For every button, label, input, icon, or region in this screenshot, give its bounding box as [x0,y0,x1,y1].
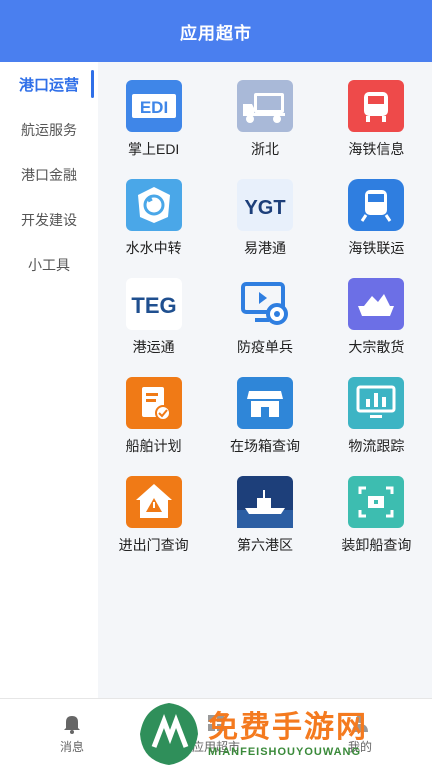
sidebar-item-port-finance[interactable]: 港口金融 [0,152,98,197]
sidebar-item-label: 港口运营 [18,77,79,94]
ship-photo-icon [236,476,293,528]
app-label: 港运通 [132,339,175,355]
app-tile-sixth-port[interactable]: 第六港区 [209,476,320,562]
sidebar-item-development[interactable]: 开发建设 [0,197,98,242]
grid-icon [208,715,224,731]
app-label: 装卸船查询 [341,537,412,553]
tab-label: 我的 [347,740,372,754]
app-tile-water-transfer[interactable]: 水水中转 [98,179,209,265]
svg-text:EDI: EDI [139,98,167,117]
app-label: 进出门查询 [118,537,189,553]
tab-profile[interactable]: 我的 [288,699,432,768]
app-label: 在场箱查询 [229,438,300,454]
train-icon [348,179,405,231]
chart-monitor-icon [348,377,405,429]
app-label: 海铁联运 [348,240,405,256]
app-tile-loading-query[interactable]: 装卸船查询 [321,476,432,562]
app-grid: EDI 掌上EDI 浙北 海铁信息 水水中转 YGT 易港通 海铁联运 TEG … [98,62,432,562]
app-label: 浙北 [250,141,279,157]
edi-icon: EDI [125,80,182,132]
app-tile-edi[interactable]: EDI 掌上EDI [98,80,209,166]
ship-cargo-icon [348,278,405,330]
svg-text:TEG: TEG [131,293,176,318]
app-tile-sea-rail-transport[interactable]: 海铁联运 [321,179,432,265]
teg-logo-icon: TEG [125,278,182,330]
app-label: 第六港区 [236,537,293,553]
app-label: 船舶计划 [125,438,182,454]
document-check-icon [125,377,182,429]
tab-app-market[interactable]: 应用超市 [144,699,288,768]
sidebar-item-shipping-services[interactable]: 航运服务 [0,107,98,152]
sidebar-item-label: 港口金融 [21,166,77,183]
app-label: 海铁信息 [348,141,405,157]
sidebar-item-label: 小工具 [28,256,70,273]
app-tile-epidemic-soldier[interactable]: 防疫单兵 [209,278,320,364]
app-tile-gangyuntong[interactable]: TEG 港运通 [98,278,209,364]
app-label: 大宗散货 [348,339,405,355]
app-tile-sea-rail-info[interactable]: 海铁信息 [321,80,432,166]
category-sidebar: 港口运营 航运服务 港口金融 开发建设 小工具 [0,62,98,698]
ygt-logo-icon: YGT [236,179,293,231]
app-grid-panel: EDI 掌上EDI 浙北 海铁信息 水水中转 YGT 易港通 海铁联运 TEG … [98,62,432,698]
sidebar-item-label: 开发建设 [21,211,77,228]
app-label: 防疫单兵 [236,339,293,355]
train-icon [348,80,405,132]
app-tile-bulk-cargo[interactable]: 大宗散货 [321,278,432,364]
sidebar-item-tools[interactable]: 小工具 [0,242,98,287]
scan-icon [348,476,405,528]
app-tile-logistics-tracking[interactable]: 物流跟踪 [321,377,432,463]
tab-label: 消息 [59,740,84,754]
app-tile-yigangtong[interactable]: YGT 易港通 [209,179,320,265]
page-title: 应用超市 [180,23,252,43]
app-label: 掌上EDI [127,141,180,157]
camera-monitor-icon [237,278,293,330]
app-tile-container-query[interactable]: 在场箱查询 [209,377,320,463]
bell-icon [64,716,80,734]
sidebar-item-port-operations[interactable]: 港口运营 [0,62,98,107]
app-label: 水水中转 [125,240,182,256]
tab-label: 应用超市 [191,740,240,754]
tab-messages[interactable]: 消息 [0,699,144,768]
user-icon [352,715,368,732]
app-label: 物流跟踪 [348,438,405,454]
app-tile-zhebei[interactable]: 浙北 [209,80,320,166]
sidebar-item-label: 航运服务 [21,121,77,138]
bottom-tab-bar: 消息 应用超市 我的 [0,698,432,768]
app-header: 应用超市 [0,0,432,62]
app-label: 易港通 [243,240,286,256]
store-icon [236,377,293,429]
app-tile-ship-plan[interactable]: 船舶计划 [98,377,209,463]
truck-icon [236,80,293,132]
transfer-icon [125,179,182,231]
svg-text:YGT: YGT [244,197,285,219]
app-tile-gate-query[interactable]: 进出门查询 [98,476,209,562]
warning-house-icon [125,476,182,528]
